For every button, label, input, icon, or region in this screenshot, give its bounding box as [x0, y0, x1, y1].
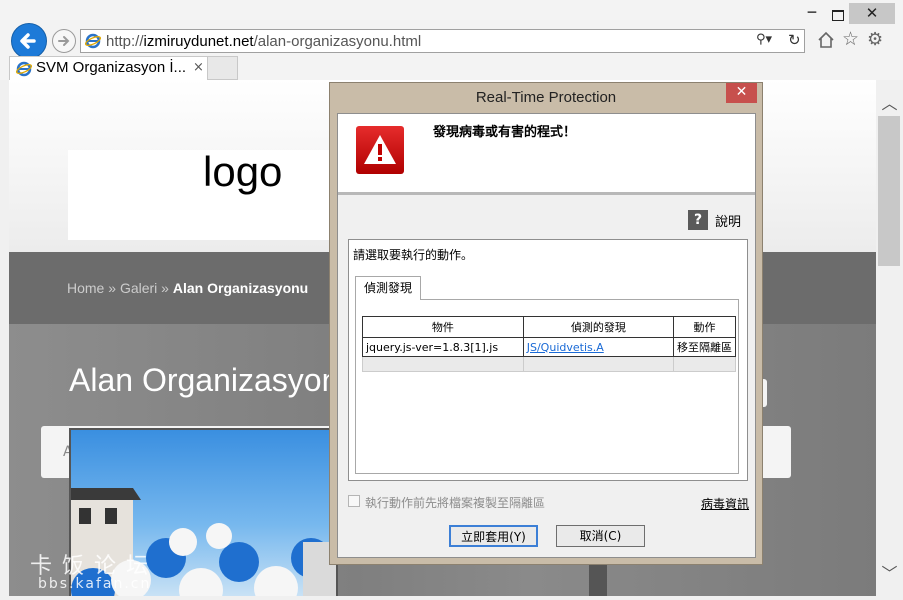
dialog-header: 發現病毒或有害的程式！ — [338, 114, 755, 195]
copy-to-quarantine-label: 執行動作前先將檔案複製至隔離區 — [365, 496, 546, 510]
browser-chrome: ─ ✕ http://izmiruydunet.net/alan-organiz… — [0, 0, 903, 80]
detection-cell[interactable]: JS/Quidvetis.A — [522, 337, 675, 357]
forward-arrow-icon — [58, 36, 70, 46]
tab-close-icon[interactable]: × — [193, 60, 204, 75]
tab-title: SVM Organizasyon İ... — [36, 59, 187, 76]
help-link[interactable]: 說明 — [715, 211, 741, 230]
url-text: http://izmiruydunet.net/alan-organizasyo… — [106, 33, 422, 50]
window-close-button[interactable]: ✕ — [849, 3, 895, 24]
ie-page-icon — [85, 33, 101, 49]
favorites-star-icon[interactable]: ☆ — [842, 28, 859, 50]
new-tab-button[interactable] — [208, 56, 238, 80]
settings-gear-icon[interactable]: ⚙ — [867, 29, 883, 50]
dialog-headline: 發現病毒或有害的程式！ — [433, 125, 577, 140]
apply-now-button[interactable]: 立即套用(Y) — [449, 525, 538, 547]
tab-detections[interactable]: 偵測發現 — [355, 276, 421, 300]
scroll-down-icon[interactable]: ﹀ — [876, 560, 903, 584]
scroll-up-icon[interactable]: ︿ — [876, 90, 903, 114]
refresh-icon[interactable]: ↻ — [788, 31, 801, 49]
copy-to-quarantine-checkbox[interactable] — [348, 495, 360, 507]
detection-link[interactable]: JS/Quidvetis.A — [527, 341, 604, 354]
cancel-button[interactable]: 取消(C) — [556, 525, 645, 547]
logo-text: logo — [203, 148, 283, 195]
site-logo[interactable]: logo — [68, 148, 333, 240]
action-panel: 請選取要執行的動作。 偵測發現 物件 偵測的發現 動作 jquery.js-ve… — [348, 239, 748, 481]
action-cell[interactable]: 移至隔離區 — [673, 337, 736, 357]
search-dropdown-icon[interactable]: ⚲▾ — [756, 32, 772, 47]
warning-icon — [356, 126, 404, 174]
back-button[interactable] — [11, 23, 47, 59]
detections-table: 物件 偵測的發現 動作 jquery.js-ver=1.8.3[1].js JS… — [362, 316, 736, 372]
breadcrumb-galeri[interactable]: Galeri — [120, 280, 157, 296]
home-icon[interactable] — [817, 31, 835, 49]
watermark-url: bbs.kafan.cn — [38, 576, 152, 592]
forward-button[interactable] — [52, 29, 76, 53]
address-bar[interactable]: http://izmiruydunet.net/alan-organizasyo… — [80, 29, 805, 53]
dialog-title: Real-Time Protection — [475, 89, 617, 106]
object-cell: jquery.js-ver=1.8.3[1].js — [362, 337, 524, 357]
page-title: Alan Organizasyonu — [69, 362, 358, 398]
scroll-thumb[interactable] — [878, 116, 900, 266]
ie-tab-icon — [16, 61, 32, 77]
table-row[interactable]: jquery.js-ver=1.8.3[1].js JS/Quidvetis.A… — [362, 337, 736, 357]
minimize-button[interactable]: ─ — [797, 4, 827, 24]
action-prompt: 請選取要執行的動作。 — [353, 248, 474, 262]
column-action[interactable]: 動作 — [673, 316, 736, 338]
column-detection[interactable]: 偵測的發現 — [522, 316, 675, 338]
breadcrumb: Home » Galeri » Alan Organizasyonu — [67, 280, 309, 296]
dialog-body: 發現病毒或有害的程式！ ? 說明 請選取要執行的動作。 偵測發現 物件 偵測的發… — [337, 113, 756, 558]
detections-panel: 物件 偵測的發現 動作 jquery.js-ver=1.8.3[1].js JS… — [355, 299, 739, 474]
maximize-button[interactable] — [828, 4, 848, 24]
help-icon[interactable]: ? — [688, 210, 708, 230]
table-row-empty — [362, 356, 736, 372]
dialog-close-button[interactable]: ✕ — [726, 83, 757, 103]
browser-tab[interactable]: SVM Organizasyon İ... × — [9, 56, 208, 80]
virus-info-link[interactable]: 病毒資訊 — [701, 495, 749, 512]
page-scrollbar[interactable]: ︿ ﹀ — [876, 80, 903, 596]
realtime-protection-dialog: Real-Time Protection ✕ 發現病毒或有害的程式！ ? 說明 … — [329, 82, 763, 565]
column-object[interactable]: 物件 — [362, 316, 524, 338]
breadcrumb-home[interactable]: Home — [67, 280, 104, 296]
breadcrumb-current: Alan Organizasyonu — [172, 280, 309, 296]
back-arrow-icon — [20, 33, 36, 49]
